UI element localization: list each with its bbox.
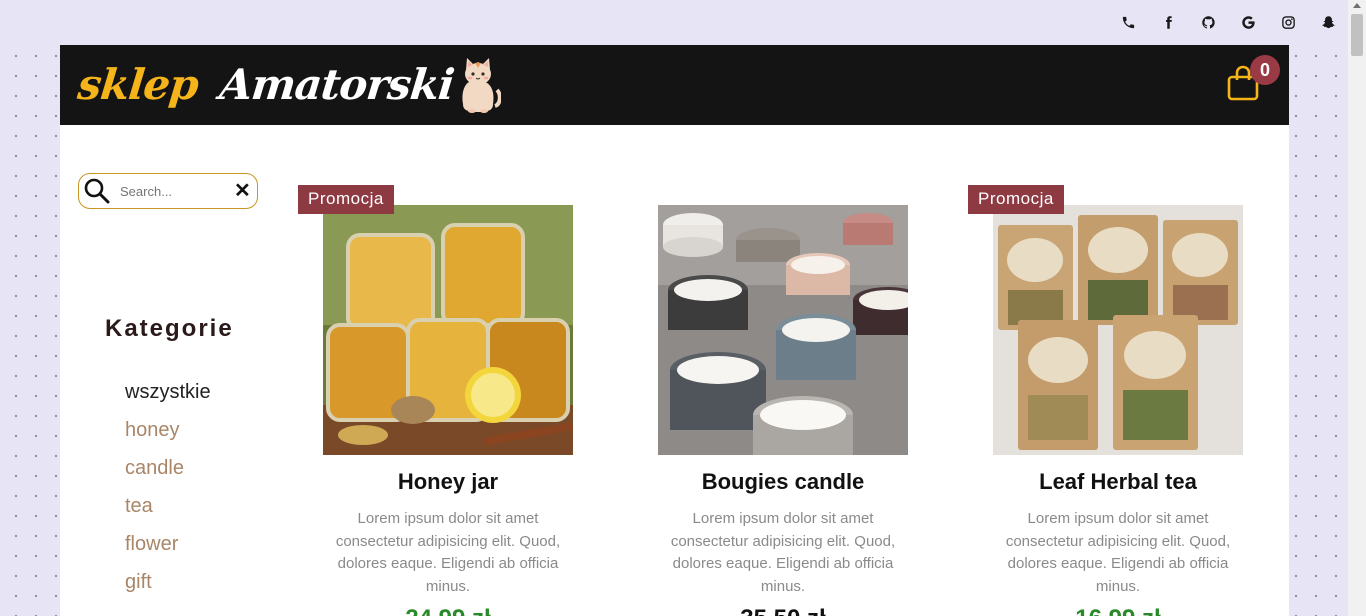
search-icon[interactable] — [82, 176, 112, 206]
instagram-icon[interactable] — [1268, 12, 1308, 32]
cart-count-badge: 0 — [1250, 55, 1280, 85]
product-image-leaf-herbal-tea[interactable] — [993, 205, 1243, 455]
page-scrollbar[interactable] — [1348, 0, 1366, 616]
search-box: ✕ — [78, 173, 258, 209]
google-icon[interactable] — [1228, 12, 1268, 32]
social-links — [1108, 12, 1348, 32]
scroll-up-arrow-icon[interactable] — [1353, 3, 1361, 8]
category-list: wszystkie honey candle tea flower gift — [125, 380, 211, 608]
github-icon[interactable] — [1188, 12, 1228, 32]
logo-text-sklep: sklep — [75, 59, 201, 109]
product-title[interactable]: Bougies candle — [633, 469, 933, 495]
promo-badge: Promocja — [968, 185, 1064, 214]
promo-badge: Promocja — [298, 185, 394, 214]
product-title[interactable]: Honey jar — [298, 469, 598, 495]
categories-heading: Kategorie — [105, 315, 234, 342]
product-image-bougies-candle[interactable] — [658, 205, 908, 455]
category-item-gift[interactable]: gift — [125, 570, 211, 608]
main-content: ✕ Kategorie wszystkie honey candle tea f… — [60, 125, 1289, 616]
product-price: 16,99 zł — [968, 605, 1268, 616]
scrollbar-thumb[interactable] — [1351, 14, 1363, 56]
product-image-honey-jar[interactable] — [323, 205, 573, 455]
search-input[interactable] — [120, 183, 228, 199]
phone-icon[interactable] — [1108, 12, 1148, 32]
category-item-wszystkie[interactable]: wszystkie — [125, 380, 211, 418]
facebook-icon[interactable] — [1148, 12, 1188, 32]
category-item-candle[interactable]: candle — [125, 456, 211, 494]
product-description: Lorem ipsum dolor sit amet consectetur a… — [335, 510, 561, 595]
logo-text-amatorski: Amatorski — [217, 59, 456, 109]
site-logo[interactable]: sklep Amatorski — [75, 51, 502, 117]
cat-icon — [462, 58, 502, 113]
product-description: Lorem ipsum dolor sit amet consectetur a… — [670, 510, 896, 595]
snapchat-icon[interactable] — [1308, 12, 1348, 32]
category-item-flower[interactable]: flower — [125, 532, 211, 570]
product-description: Lorem ipsum dolor sit amet consectetur a… — [1005, 510, 1231, 595]
product-title[interactable]: Leaf Herbal tea — [968, 469, 1268, 495]
product-price: 35,50 zł — [633, 605, 933, 616]
clear-search-icon[interactable]: ✕ — [234, 181, 251, 201]
site-header: sklep Amatorski 0 — [60, 45, 1289, 125]
category-item-tea[interactable]: tea — [125, 494, 211, 532]
social-bar — [0, 0, 1348, 45]
product-price: 24,99 zł — [298, 605, 598, 616]
category-item-honey[interactable]: honey — [125, 418, 211, 456]
